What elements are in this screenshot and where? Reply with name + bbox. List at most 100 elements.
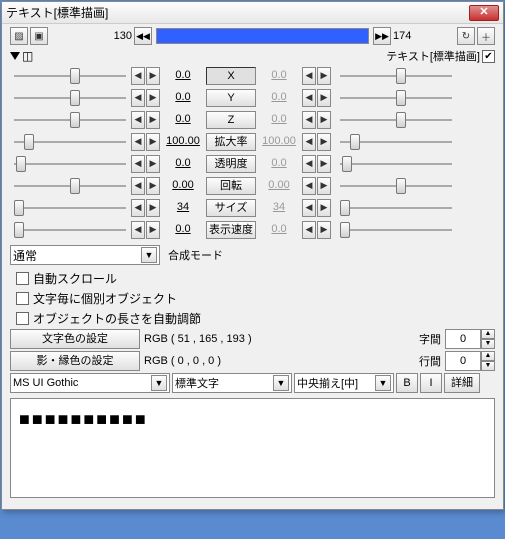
line-spacing-up[interactable]: ▲ xyxy=(481,351,495,361)
increment-button[interactable]: ▶ xyxy=(317,133,331,151)
param-value-right[interactable]: 0.0 xyxy=(257,221,301,239)
param-slider-right[interactable] xyxy=(336,221,456,239)
increment-button[interactable]: ▶ xyxy=(146,199,160,217)
italic-button[interactable]: I xyxy=(420,373,442,393)
param-label-button[interactable]: 表示速度 xyxy=(206,221,256,239)
param-slider-right[interactable] xyxy=(336,199,456,217)
param-slider-right[interactable] xyxy=(336,155,456,173)
chevron-down-icon[interactable]: ▼ xyxy=(141,247,157,263)
param-value-left[interactable]: 0.0 xyxy=(161,111,205,129)
char-spacing-input[interactable] xyxy=(445,329,481,349)
bold-button[interactable]: B xyxy=(396,373,418,393)
decrement-button[interactable]: ◀ xyxy=(302,221,316,239)
param-slider-right[interactable] xyxy=(336,177,456,195)
decrement-button[interactable]: ◀ xyxy=(302,89,316,107)
decrement-button[interactable]: ◀ xyxy=(131,177,145,195)
increment-button[interactable]: ▶ xyxy=(317,111,331,129)
param-slider-left[interactable] xyxy=(10,177,130,195)
increment-button[interactable]: ▶ xyxy=(317,177,331,195)
chevron-down-icon[interactable]: ▼ xyxy=(151,375,167,391)
decrement-button[interactable]: ◀ xyxy=(302,177,316,195)
param-slider-left[interactable] xyxy=(10,67,130,85)
increment-button[interactable]: ▶ xyxy=(146,111,160,129)
chevron-down-icon[interactable]: ▼ xyxy=(273,375,289,391)
increment-button[interactable]: ▶ xyxy=(317,221,331,239)
frame-icon[interactable]: ▣ xyxy=(30,27,48,45)
param-label-button[interactable]: X xyxy=(206,67,256,85)
filter-enable-checkbox[interactable]: ✔ xyxy=(482,50,495,63)
increment-button[interactable]: ▶ xyxy=(146,89,160,107)
param-value-right[interactable]: 0.0 xyxy=(257,89,301,107)
param-slider-right[interactable] xyxy=(336,111,456,129)
text-color-button[interactable]: 文字色の設定 xyxy=(10,329,140,349)
rewind-button[interactable]: ◀◀ xyxy=(134,27,152,45)
param-label-button[interactable]: 回転 xyxy=(206,177,256,195)
perchar-checkbox[interactable] xyxy=(16,292,29,305)
char-spacing-down[interactable]: ▼ xyxy=(481,339,495,349)
reload-icon[interactable]: ↻ xyxy=(457,27,475,45)
collapse-icon[interactable] xyxy=(10,52,20,60)
autolen-checkbox[interactable] xyxy=(16,312,29,325)
forward-button[interactable]: ▶▶ xyxy=(373,27,391,45)
plus-button[interactable]: ＋ xyxy=(477,27,495,45)
decrement-button[interactable]: ◀ xyxy=(131,221,145,239)
chevron-down-icon[interactable]: ▼ xyxy=(375,375,391,391)
decrement-button[interactable]: ◀ xyxy=(302,111,316,129)
param-label-button[interactable]: 透明度 xyxy=(206,155,256,173)
decrement-button[interactable]: ◀ xyxy=(131,89,145,107)
param-slider-left[interactable] xyxy=(10,111,130,129)
decrement-button[interactable]: ◀ xyxy=(302,133,316,151)
param-slider-right[interactable] xyxy=(336,89,456,107)
param-value-left[interactable]: 0.00 xyxy=(161,177,205,195)
titlebar[interactable]: テキスト[標準描画] ✕ xyxy=(2,2,503,24)
param-label-button[interactable]: サイズ xyxy=(206,199,256,217)
param-value-right[interactable]: 100.00 xyxy=(257,133,301,151)
increment-button[interactable]: ▶ xyxy=(317,199,331,217)
param-slider-left[interactable] xyxy=(10,221,130,239)
font-name-select[interactable]: MS UI Gothic▼ xyxy=(10,373,170,393)
param-slider-left[interactable] xyxy=(10,133,130,151)
param-value-left[interactable]: 0.0 xyxy=(161,89,205,107)
autoscroll-checkbox[interactable] xyxy=(16,272,29,285)
detail-button[interactable]: 詳細 xyxy=(444,373,480,393)
close-button[interactable]: ✕ xyxy=(469,5,499,21)
param-value-right[interactable]: 34 xyxy=(257,199,301,217)
shadow-color-button[interactable]: 影・縁色の設定 xyxy=(10,351,140,371)
line-spacing-input[interactable] xyxy=(445,351,481,371)
param-value-right[interactable]: 0.0 xyxy=(257,155,301,173)
decrement-button[interactable]: ◀ xyxy=(302,155,316,173)
param-label-button[interactable]: Y xyxy=(206,89,256,107)
timeline-bar[interactable] xyxy=(156,28,369,44)
text-align-select[interactable]: 中央揃え[中]▼ xyxy=(294,373,394,393)
camera-icon[interactable]: ▨ xyxy=(10,27,28,45)
text-input[interactable] xyxy=(10,398,495,498)
param-value-right[interactable]: 0.0 xyxy=(257,111,301,129)
increment-button[interactable]: ▶ xyxy=(317,89,331,107)
increment-button[interactable]: ▶ xyxy=(146,67,160,85)
font-style-select[interactable]: 標準文字▼ xyxy=(172,373,292,393)
param-slider-left[interactable] xyxy=(10,89,130,107)
param-value-right[interactable]: 0.0 xyxy=(257,67,301,85)
decrement-button[interactable]: ◀ xyxy=(131,67,145,85)
decrement-button[interactable]: ◀ xyxy=(131,133,145,151)
increment-button[interactable]: ▶ xyxy=(317,155,331,173)
increment-button[interactable]: ▶ xyxy=(146,155,160,173)
increment-button[interactable]: ▶ xyxy=(146,133,160,151)
increment-button[interactable]: ▶ xyxy=(146,177,160,195)
param-slider-left[interactable] xyxy=(10,199,130,217)
increment-button[interactable]: ▶ xyxy=(317,67,331,85)
param-value-left[interactable]: 100.00 xyxy=(161,133,205,151)
param-slider-left[interactable] xyxy=(10,155,130,173)
param-label-button[interactable]: Z xyxy=(206,111,256,129)
decrement-button[interactable]: ◀ xyxy=(131,155,145,173)
param-slider-right[interactable] xyxy=(336,67,456,85)
blend-mode-select[interactable]: 通常 ▼ xyxy=(10,245,160,265)
decrement-button[interactable]: ◀ xyxy=(131,199,145,217)
char-spacing-up[interactable]: ▲ xyxy=(481,329,495,339)
line-spacing-down[interactable]: ▼ xyxy=(481,361,495,371)
decrement-button[interactable]: ◀ xyxy=(302,199,316,217)
decrement-button[interactable]: ◀ xyxy=(131,111,145,129)
param-value-left[interactable]: 0.0 xyxy=(161,67,205,85)
param-value-left[interactable]: 34 xyxy=(161,199,205,217)
param-value-right[interactable]: 0.00 xyxy=(257,177,301,195)
